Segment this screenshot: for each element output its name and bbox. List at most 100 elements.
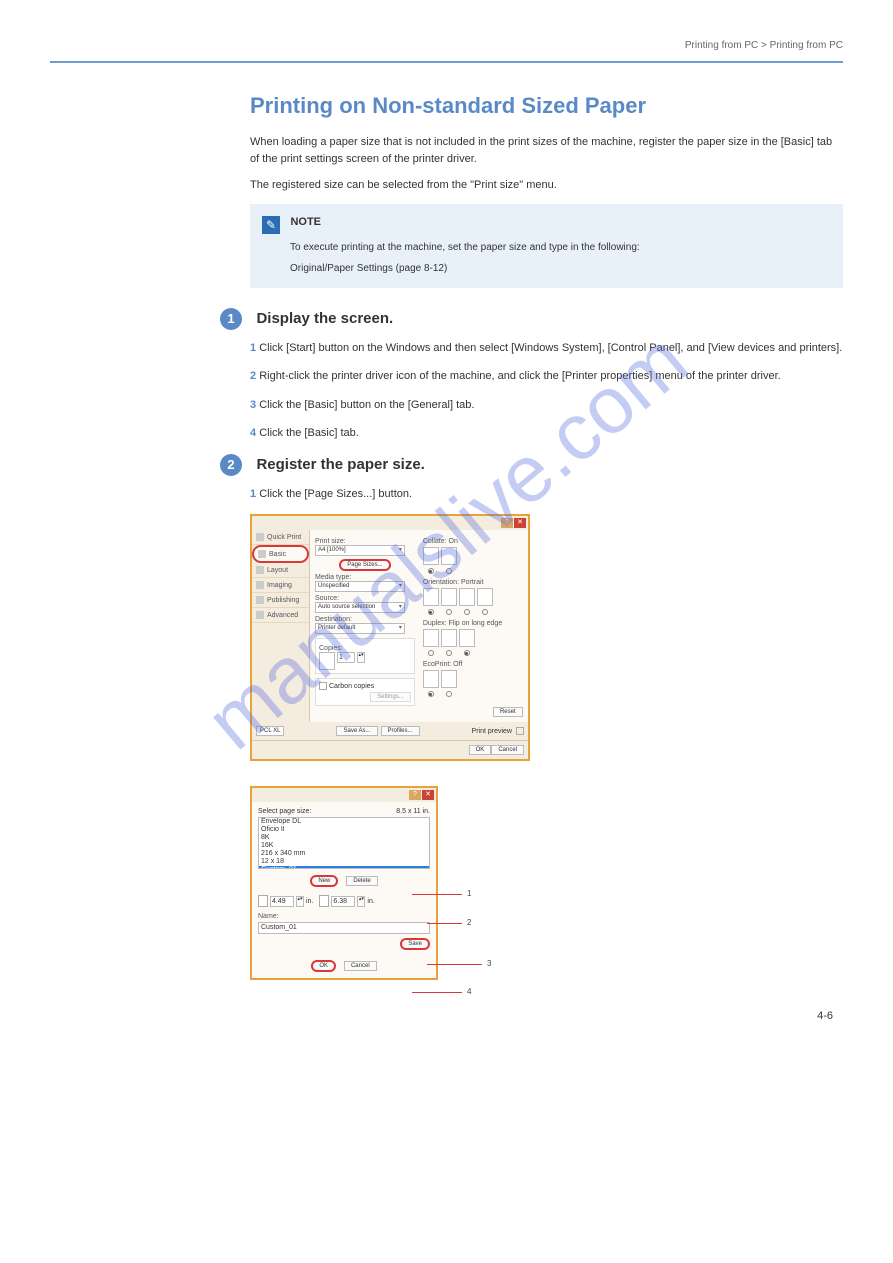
dialog1-sidebar: Quick Print Basic Layout Imaging Publish… [252,530,310,722]
collate-on-radio[interactable] [428,568,434,574]
media-type-dropdown[interactable]: Unspecified [315,581,405,592]
cancel-button[interactable]: Cancel [344,961,377,971]
substep-4-num: 4 [250,427,256,439]
substep-1-text: Click [Start] button on the Windows and … [259,342,842,354]
collate-off-icon[interactable] [441,547,457,565]
note-icon: ✎ [262,216,280,234]
height-unit: in. [367,898,374,905]
help-icon[interactable]: ? [501,518,513,528]
intro-line2: The registered size can be selected from… [250,177,843,194]
rot-portrait-radio[interactable] [464,609,470,615]
carbon-checkbox[interactable] [319,682,327,690]
imaging-icon [256,581,264,589]
reset-button[interactable]: Reset [493,707,523,717]
width-icon [258,895,268,907]
print-size-label: Print size: [315,538,415,545]
help-icon[interactable]: ? [409,790,421,800]
note-text: To execute printing at the machine, set … [290,240,831,255]
tab-quick-print-label: Quick Print [267,534,301,541]
rot-landscape-icon[interactable] [477,588,493,606]
copies-spinner[interactable]: ▴▾ [357,652,365,663]
width-input[interactable]: 4.49 [270,896,294,907]
copies-input[interactable]: 1 [337,652,355,663]
quick-print-icon [256,533,264,541]
width-spinner[interactable]: ▴▾ [296,896,304,907]
step-1-number: 1 [220,308,242,330]
save-as-button[interactable]: Save As... [336,726,377,736]
destination-dropdown[interactable]: Printer default [315,623,405,634]
duplex-off-icon[interactable] [459,629,475,647]
name-label: Name: [258,913,430,920]
tab-quick-print[interactable]: Quick Print [252,530,309,545]
dialog2-titlebar: ? ✕ [252,788,436,802]
copies-label: Copies: [319,645,411,652]
destination-label: Destination: [315,616,415,623]
print-preview-checkbox[interactable] [516,727,524,735]
list-item[interactable]: Oficio II [259,826,429,834]
media-type-label: Media type: [315,574,415,581]
tab-layout-label: Layout [267,567,288,574]
name-input[interactable]: Custom_01 [258,922,430,934]
list-item[interactable]: 12 x 18 [259,858,429,866]
tab-basic[interactable]: Basic [252,545,309,563]
collate-off-radio[interactable] [446,568,452,574]
tab-basic-label: Basic [269,551,286,558]
list-item[interactable]: Envelope DL [259,818,429,826]
tab-imaging[interactable]: Imaging [252,578,309,593]
list-item-selected[interactable]: Custom_01 [259,866,429,869]
duplex-short-radio[interactable] [446,650,452,656]
callout-4: 4 [467,987,471,996]
printing-preferences-dialog: ? ✕ Quick Print Basic Layout Imaging Pub… [250,514,530,761]
print-size-dropdown[interactable]: A4 [100%] [315,545,405,556]
height-spinner[interactable]: ▴▾ [357,896,365,907]
dialog1-titlebar: ? ✕ [252,516,528,530]
cancel-button[interactable]: Cancel [491,745,524,755]
ok-button[interactable]: OK [469,745,492,755]
note-box: ✎ NOTE To execute printing at the machin… [250,204,843,288]
eco-on-icon[interactable] [441,670,457,688]
portrait-icon[interactable] [423,588,439,606]
duplex-short-icon[interactable] [441,629,457,647]
tab-publishing-label: Publishing [267,597,299,604]
pclxl-label: PCL XL [256,726,284,736]
eco-label: EcoPrint: Off [423,661,523,668]
substep-3-num: 3 [250,399,256,411]
carbon-section: Carbon copies Settings... [315,678,415,706]
tab-publishing[interactable]: Publishing [252,593,309,608]
height-input[interactable]: 6.38 [331,896,355,907]
collate-on-icon[interactable] [423,547,439,565]
source-label: Source: [315,595,415,602]
page-sizes-button[interactable]: Page Sizes... [339,559,390,571]
page-size-list[interactable]: Envelope DL Oficio II 8K 16K 216 x 340 m… [258,817,430,869]
landscape-icon[interactable] [441,588,457,606]
portrait-radio[interactable] [428,609,434,615]
header-breadcrumb: Printing from PC > Printing from PC [50,40,843,51]
ok-button[interactable]: OK [311,960,336,972]
delete-button[interactable]: Delete [346,876,377,886]
orientation-label: Orientation: Portrait [423,579,523,586]
rot-landscape-radio[interactable] [482,609,488,615]
landscape-radio[interactable] [446,609,452,615]
close-icon[interactable]: ✕ [514,518,526,528]
tab-layout[interactable]: Layout [252,563,309,578]
duplex-long-icon[interactable] [423,629,439,647]
callout-line-3 [427,964,482,965]
rot-portrait-icon[interactable] [459,588,475,606]
copies-section: Copies: 1 ▴▾ [315,638,415,674]
list-item[interactable]: 16K [259,842,429,850]
source-dropdown[interactable]: Auto source selection [315,602,405,613]
substep-1-num: 1 [250,342,256,354]
new-button[interactable]: New [310,875,338,887]
eco-on-radio[interactable] [446,691,452,697]
eco-off-radio[interactable] [428,691,434,697]
tab-advanced[interactable]: Advanced [252,608,309,623]
duplex-off-radio[interactable] [464,650,470,656]
duplex-long-radio[interactable] [428,650,434,656]
eco-off-icon[interactable] [423,670,439,688]
save-button[interactable]: Save [400,938,430,950]
close-icon[interactable]: ✕ [422,790,434,800]
list-item[interactable]: 8K [259,834,429,842]
list-item[interactable]: 216 x 340 mm [259,850,429,858]
substep-4-text: Click the [Basic] tab. [259,427,359,439]
profiles-button[interactable]: Profiles... [381,726,420,736]
